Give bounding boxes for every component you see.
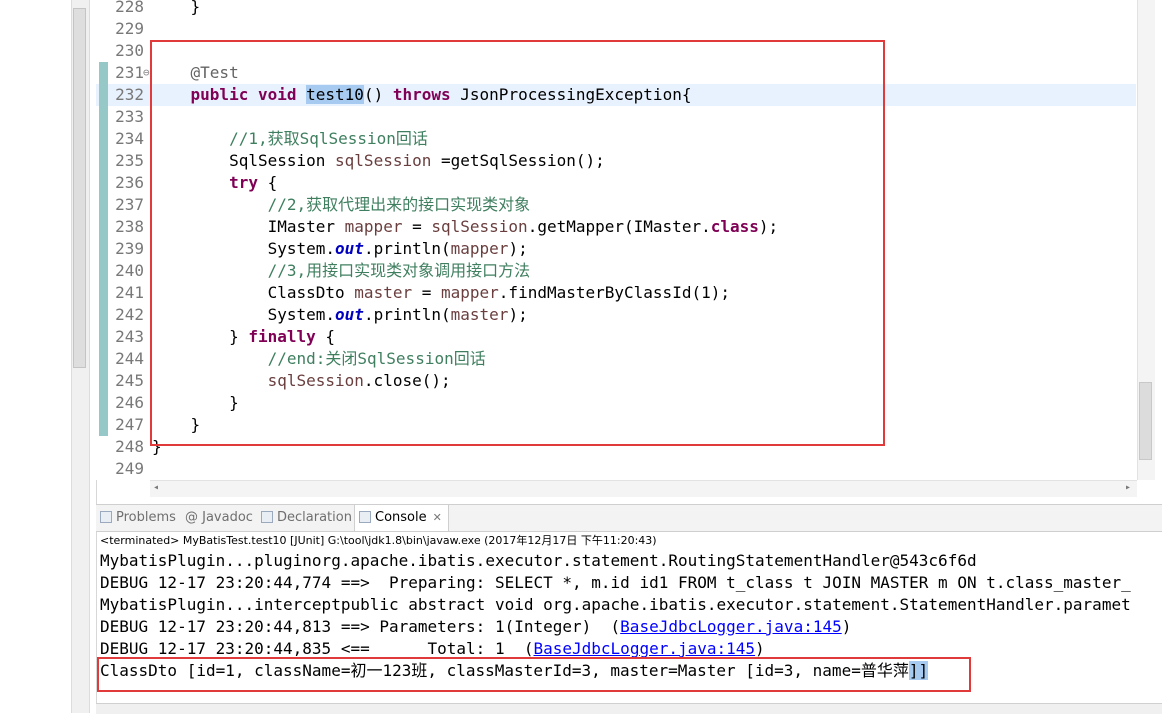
tab-javadoc[interactable]: @ Javadoc <box>185 505 253 531</box>
console-line: DEBUG 12-17 23:20:44,813 ==> Parameters:… <box>100 617 852 636</box>
line-number: 233 <box>115 107 144 126</box>
tab-label: Problems <box>116 510 176 525</box>
tab-declaration[interactable]: Declaration <box>261 505 352 531</box>
annotation-highlight-box-code <box>150 40 885 446</box>
editor-scroll-thumb[interactable] <box>1139 382 1152 460</box>
line-number: 231 <box>115 63 144 82</box>
left-panel-scroll-thumb[interactable] <box>73 8 86 368</box>
console-line: DEBUG 12-17 23:20:44,774 ==> Preparing: … <box>100 573 1131 592</box>
console-icon <box>359 511 371 523</box>
line-number: 237 <box>115 195 144 214</box>
line-number: 238 <box>115 217 144 236</box>
tab-console[interactable]: Console ✕ <box>354 505 449 531</box>
line-number: 229 <box>115 19 144 38</box>
line-number: 228 <box>115 0 144 16</box>
code-line[interactable]: 249 <box>96 458 1136 480</box>
line-number: 246 <box>115 393 144 412</box>
line-number: 234 <box>115 129 144 148</box>
code-line[interactable]: 228 } <box>96 0 1136 18</box>
code-line[interactable]: 229 <box>96 18 1136 40</box>
line-number: 249 <box>115 459 144 478</box>
line-number: 243 <box>115 327 144 346</box>
view-tab-bar: Problems @ Javadoc Declaration Console ✕ <box>96 504 1162 532</box>
source-link[interactable]: BaseJdbcLogger.java:145 <box>620 617 842 636</box>
editor-horizontal-scrollbar[interactable]: ◂ ▸ <box>150 480 1137 497</box>
line-number: 236 <box>115 173 144 192</box>
source-link[interactable]: BaseJdbcLogger.java:145 <box>533 639 755 658</box>
line-number: 241 <box>115 283 144 302</box>
annotation-highlight-box-output <box>97 657 971 692</box>
line-number: 247 <box>115 415 144 434</box>
line-number: 240 <box>115 261 144 280</box>
line-number: 230 <box>115 41 144 60</box>
tab-label: @ Javadoc <box>185 510 253 525</box>
tab-label: Console <box>375 510 427 525</box>
line-number: 245 <box>115 371 144 390</box>
scroll-right-icon[interactable]: ▸ <box>1125 482 1131 493</box>
line-number: 248 <box>115 437 144 456</box>
console-status-text: <terminated> MyBatisTest.test10 [JUnit] … <box>100 534 657 547</box>
problems-icon <box>100 511 112 523</box>
line-number: 235 <box>115 151 144 170</box>
console-horizontal-scrollbar[interactable] <box>96 703 1162 714</box>
tab-label: Declaration <box>277 510 352 525</box>
line-number: 242 <box>115 305 144 324</box>
scroll-left-icon[interactable]: ◂ <box>153 482 159 493</box>
console-line: MybatisPlugin...pluginorg.apache.ibatis.… <box>100 551 977 570</box>
close-icon[interactable]: ✕ <box>433 511 442 524</box>
tab-problems[interactable]: Problems <box>100 505 176 531</box>
fold-toggle-icon[interactable]: ⊖ <box>143 62 150 84</box>
line-number: 239 <box>115 239 144 258</box>
line-number: 244 <box>115 349 144 368</box>
declaration-icon <box>261 511 273 523</box>
code-text: } <box>152 0 201 16</box>
console-line: MybatisPlugin...interceptpublic abstract… <box>100 595 1131 614</box>
line-number: 232 <box>115 85 144 104</box>
